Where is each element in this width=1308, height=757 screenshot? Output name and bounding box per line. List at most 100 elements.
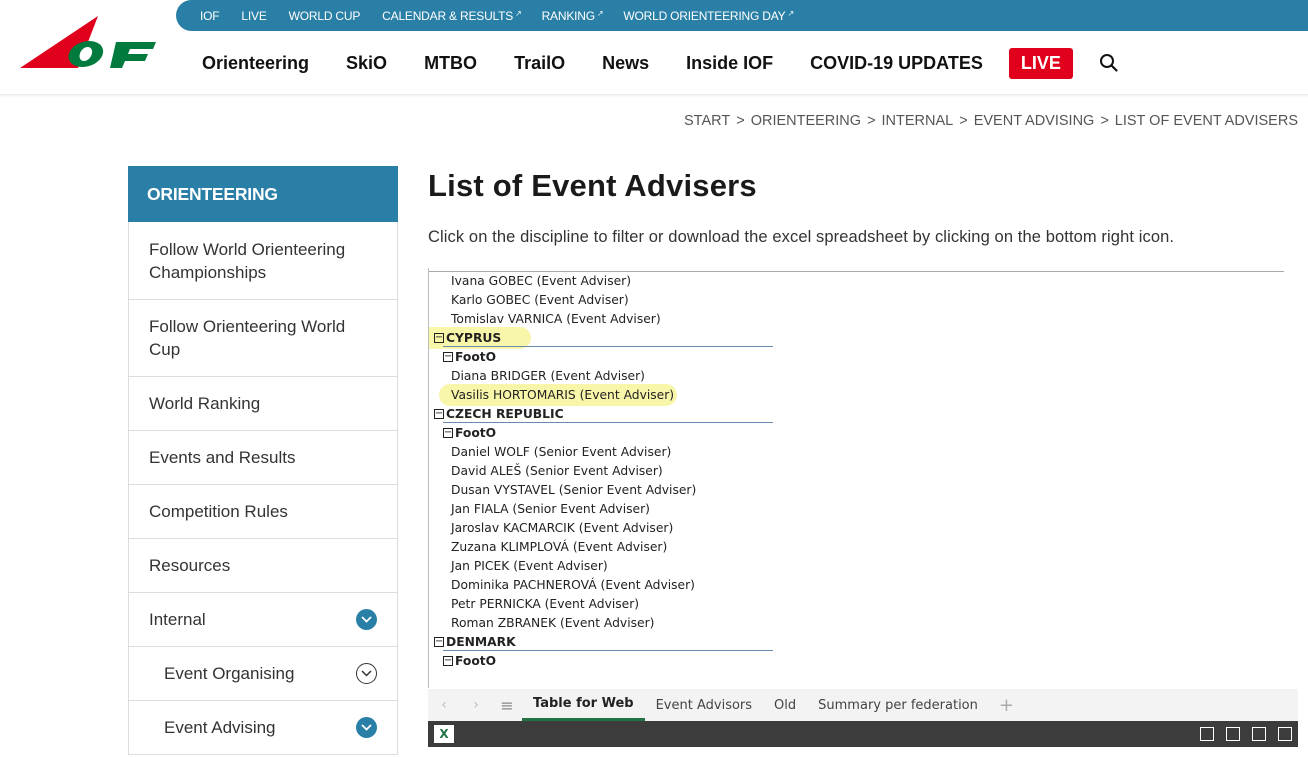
collapse-icon[interactable]: − [443, 351, 453, 362]
sidebar-item-label: Event Advising [164, 718, 276, 737]
view-icon[interactable] [1252, 727, 1266, 741]
sheet-row-person[interactable]: Jan FIALA (Senior Event Adviser) [451, 499, 650, 518]
collapse-icon[interactable]: − [443, 655, 453, 666]
sidebar-item-follow-woc[interactable]: Follow World Orienteering Championships [128, 222, 398, 300]
sheet-row-person[interactable]: Diana BRIDGER (Event Adviser) [451, 366, 645, 385]
sheet-row-person[interactable]: Vasilis HORTOMARIS (Event Adviser) [451, 385, 674, 404]
utility-link-ranking[interactable]: RANKING ↗ [542, 9, 604, 23]
sheet-row-person[interactable]: Daniel WOLF (Senior Event Adviser) [451, 442, 671, 461]
sheet-row-person[interactable]: Petr PERNICKA (Event Adviser) [451, 594, 639, 613]
sheet-row-country[interactable]: − CYPRUS [434, 328, 501, 347]
sheet-tab-table-for-web[interactable]: Table for Web [522, 689, 645, 721]
sidebar-item-events-results[interactable]: Events and Results [128, 431, 398, 485]
sheet-row-person[interactable]: Roman ZBRANEK (Event Adviser) [451, 613, 654, 632]
breadcrumb: START > ORIENTEERING > INTERNAL > EVENT ADV… [684, 113, 1298, 129]
live-button[interactable]: LIVE [1008, 47, 1073, 79]
embedded-spreadsheet[interactable]: Ivana GOBEC (Event Adviser) Karlo GOBEC … [428, 268, 1298, 688]
sheet-row-discipline[interactable]: − FootO [443, 347, 496, 366]
breadcrumb-event-advising[interactable]: EVENT ADVISING [974, 113, 1095, 129]
sidebar-item-event-organising[interactable]: Event Organising [128, 647, 398, 701]
sheet-row-person[interactable]: Dominika PACHNEROVÁ (Event Adviser) [451, 575, 695, 594]
breadcrumb-separator: > [867, 113, 876, 129]
sidebar-item-label: Competition Rules [149, 502, 288, 521]
sidebar: ORIENTEERING Follow World Orienteering C… [128, 166, 398, 755]
chevron-down-icon[interactable] [356, 609, 377, 630]
fullscreen-icon[interactable] [1278, 727, 1292, 741]
sidebar-item-resources[interactable]: Resources [128, 539, 398, 593]
external-link-icon: ↗ [787, 8, 794, 18]
chevron-left-icon[interactable]: ‹ [428, 697, 460, 713]
breadcrumb-start[interactable]: START [684, 113, 730, 129]
nav-skio[interactable]: SkiO [346, 53, 387, 74]
utility-link-iof[interactable]: IOF [200, 9, 221, 23]
sidebar-item-label: Follow World Orienteering Championships [149, 239, 346, 282]
sheet-tab-summary-per-federation[interactable]: Summary per federation [807, 689, 989, 721]
nav-covid-updates[interactable]: COVID-19 UPDATES [810, 53, 983, 74]
sheet-row-discipline[interactable]: − FootO [443, 423, 496, 442]
sheet-row-person[interactable]: Jan PICEK (Event Adviser) [451, 556, 608, 575]
utility-link-calendar-results[interactable]: CALENDAR & RESULTS ↗ [382, 9, 522, 23]
sheet-tab-old[interactable]: Old [763, 689, 807, 721]
external-link-icon: ↗ [596, 8, 604, 18]
footer-toolbar [1200, 727, 1292, 741]
sheet-row-country[interactable]: − CZECH REPUBLIC [434, 404, 564, 423]
download-icon[interactable] [1200, 727, 1214, 741]
excel-icon[interactable]: X [434, 725, 454, 743]
add-sheet-icon[interactable]: + [999, 695, 1014, 716]
sheet-row-person[interactable]: Tomislav VARNICA (Event Adviser) [451, 309, 661, 328]
utility-link-live[interactable]: LIVE [241, 9, 268, 23]
utility-link-world-cup[interactable]: WORLD CUP [289, 9, 363, 23]
sidebar-title[interactable]: ORIENTEERING [128, 166, 398, 222]
sheet-row-country[interactable]: − DENMARK [434, 632, 516, 651]
sheet-row-person[interactable]: Karlo GOBEC (Event Adviser) [451, 290, 629, 309]
save-icon[interactable] [1226, 727, 1240, 741]
collapse-icon[interactable]: − [434, 332, 444, 343]
collapse-icon[interactable]: − [434, 636, 444, 647]
sheet-tab-bar: ‹ › ≡ Table for Web Event Advisors Old S… [428, 689, 1298, 721]
sheet-row-discipline[interactable]: − FootO [443, 651, 496, 670]
sidebar-item-follow-world-cup[interactable]: Follow Orienteering World Cup [128, 300, 398, 377]
collapse-icon[interactable]: − [443, 427, 453, 438]
sheet-tab-event-advisors[interactable]: Event Advisors [645, 689, 763, 721]
iof-logo-graphic [20, 16, 156, 68]
sheet-row-person[interactable]: Ivana GOBEC (Event Adviser) [451, 271, 631, 290]
sheet-list-icon[interactable]: ≡ [492, 696, 522, 715]
utility-bar: IOF LIVE WORLD CUP CALENDAR & RESULTS ↗ R… [176, 0, 1308, 31]
chevron-down-icon[interactable] [356, 717, 377, 738]
nav-mtbo[interactable]: MTBO [424, 53, 477, 74]
sidebar-item-competition-rules[interactable]: Competition Rules [128, 485, 398, 539]
sheet-row-person[interactable]: David ALEŠ (Senior Event Adviser) [451, 461, 663, 480]
breadcrumb-current: LIST OF EVENT ADVISERS [1114, 113, 1298, 129]
chevron-right-icon[interactable]: › [460, 697, 492, 713]
chevron-down-icon[interactable] [356, 663, 377, 684]
nav-news[interactable]: News [602, 53, 649, 74]
nav-inside-iof[interactable]: Inside IOF [686, 53, 773, 74]
page-title: List of Event Advisers [428, 168, 757, 203]
sidebar-item-label: Resources [149, 556, 231, 575]
sidebar-item-internal[interactable]: Internal [128, 593, 398, 647]
sidebar-item-label: World Ranking [149, 394, 261, 413]
sidebar-item-world-ranking[interactable]: World Ranking [128, 377, 398, 431]
sheet-row-person[interactable]: Zuzana KLIMPLOVÁ (Event Adviser) [451, 537, 667, 556]
breadcrumb-internal[interactable]: INTERNAL [882, 113, 954, 129]
sidebar-item-label: Event Organising [164, 664, 295, 683]
sidebar-item-label: Follow Orienteering World Cup [149, 317, 346, 359]
sheet-row-person[interactable]: Dusan VYSTAVEL (Senior Event Adviser) [451, 480, 696, 499]
header-divider [0, 94, 1308, 97]
search-icon[interactable] [1099, 53, 1119, 73]
breadcrumb-orienteering[interactable]: ORIENTEERING [751, 113, 861, 129]
sidebar-item-label: Internal [149, 610, 206, 629]
main-nav: Orienteering SkiO MTBO TrailO News Insid… [202, 47, 1119, 79]
breadcrumb-separator: > [959, 113, 968, 129]
sheet-row-person[interactable]: Jaroslav KACMARCIK (Event Adviser) [451, 518, 673, 537]
nav-trailo[interactable]: TrailO [514, 53, 565, 74]
intro-text: Click on the discipline to filter or dow… [428, 228, 1175, 246]
sidebar-item-label: Events and Results [149, 448, 296, 467]
sidebar-item-event-advising[interactable]: Event Advising [128, 701, 398, 755]
breadcrumb-separator: > [736, 113, 745, 129]
excel-footer-bar: X [428, 721, 1298, 747]
utility-link-world-orienteering-day[interactable]: WORLD ORIENTEERING DAY ↗ [623, 9, 794, 23]
nav-orienteering[interactable]: Orienteering [202, 53, 309, 74]
iof-logo[interactable] [18, 16, 160, 72]
collapse-icon[interactable]: − [434, 408, 444, 419]
